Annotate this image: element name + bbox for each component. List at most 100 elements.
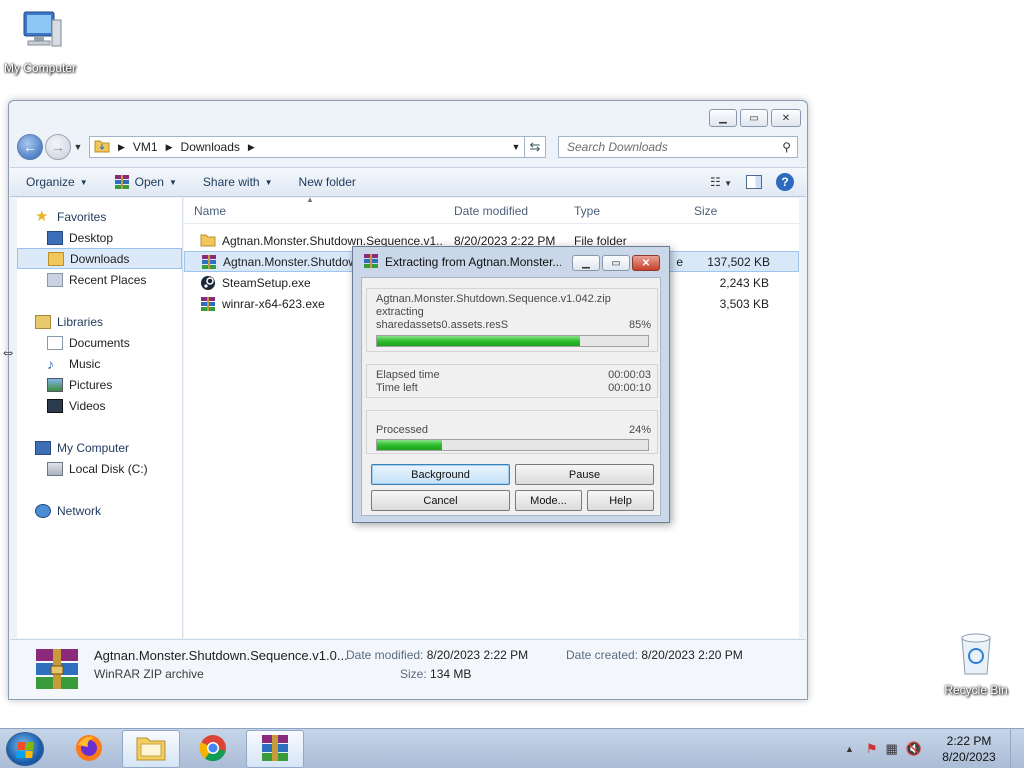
details-size: Size: 134 MB (400, 667, 471, 681)
nav-videos[interactable]: Videos (17, 395, 182, 416)
taskbar-winrar[interactable] (246, 730, 304, 768)
firefox-icon (74, 733, 104, 766)
nav-desktop[interactable]: Desktop (17, 227, 182, 248)
file-progress-pane: Agtnan.Monster.Shutdown.Sequence.v1.042.… (366, 288, 658, 352)
address-dropdown-icon[interactable]: ▼ (508, 142, 524, 152)
organize-button[interactable]: Organize ▼ (26, 175, 88, 189)
search-icon[interactable]: ⚲ (782, 140, 791, 154)
column-headers: Name ▲ Date modified Type Size (184, 195, 799, 224)
taskbar-chrome[interactable] (184, 730, 242, 768)
processed-percent: 24% (628, 424, 651, 436)
dialog-minimize-button[interactable]: ▁ (572, 255, 600, 271)
nav-my-computer-label: My Computer (57, 440, 130, 455)
window-caption-buttons: ▁ ▭ ✕ (709, 109, 801, 127)
start-button[interactable] (6, 732, 44, 766)
column-type-label: Type (574, 203, 601, 218)
open-button[interactable]: Open ▼ (114, 174, 177, 190)
clock-date: 8/20/2023 (942, 750, 996, 764)
search-placeholder: Search Downloads (567, 140, 668, 154)
maximize-button[interactable]: ▭ (740, 109, 768, 127)
refresh-button[interactable]: ⇆ (524, 136, 546, 158)
nav-network[interactable]: Network (17, 500, 182, 521)
file-name: winrar-x64-623.exe (222, 296, 325, 311)
my-computer-desktop-icon[interactable]: My Computer (0, 8, 80, 75)
dialog-close-button[interactable]: ✕ (632, 255, 660, 271)
address-bar[interactable]: ▶ VM1 ▶ Downloads ▶ ▼ (89, 136, 525, 158)
dialog-maximize-button[interactable]: ▭ (602, 255, 630, 271)
view-options-button[interactable]: ☷ ▼ (710, 175, 732, 189)
breadcrumb-arrow-icon[interactable]: ▶ (118, 142, 125, 153)
mode-button[interactable]: Mode... (515, 490, 582, 511)
my-computer-label: My Computer (3, 61, 77, 75)
open-label: Open (134, 175, 164, 189)
system-tray: ▲ ⚑ ▦ 🔇 2:22 PM 8/20/2023 (845, 729, 1024, 768)
clock-time: 2:22 PM (946, 734, 992, 748)
forward-button[interactable]: → (45, 134, 71, 160)
help-icon[interactable]: ? (776, 173, 794, 191)
chevron-down-icon: ▼ (168, 177, 177, 187)
network-status-icon[interactable]: ▦ (886, 741, 898, 757)
breadcrumb-arrow-icon[interactable]: ▶ (166, 142, 173, 153)
search-input[interactable]: Search Downloads ⚲ (558, 136, 798, 158)
date-created-label: Date created: (566, 648, 639, 662)
show-hidden-icons-icon[interactable]: ▲ (845, 744, 854, 754)
dialog-caption-buttons: ▁ ▭ ✕ (572, 255, 660, 271)
column-name[interactable]: Name ▲ (184, 195, 444, 218)
nav-documents-label: Documents (69, 335, 130, 350)
winrar-archive-icon (34, 646, 80, 695)
size-value: 134 MB (430, 667, 472, 681)
breadcrumb-downloads[interactable]: Downloads (181, 140, 240, 154)
address-row: ← → ▼ ▶ VM1 ▶ Downloads ▶ ▼ ⇆ Search Dow… (17, 133, 799, 161)
file-size: 2,243 KB (719, 275, 769, 290)
file-progress-bar (376, 335, 649, 347)
minimize-button[interactable]: ▁ (709, 109, 737, 127)
pause-button[interactable]: Pause (515, 464, 654, 485)
taskbar-firefox[interactable] (60, 730, 118, 768)
recycle-bin-desktop-icon[interactable]: Recycle Bin (936, 630, 1016, 697)
navigation-pane: ★ Favorites Desktop Downloads Recent Plac… (17, 198, 183, 638)
nav-favorites[interactable]: ★ Favorites (17, 206, 182, 227)
taskbar-explorer[interactable] (122, 730, 180, 768)
volume-muted-icon[interactable]: 🔇 (906, 741, 922, 757)
column-type[interactable]: Type (564, 204, 684, 218)
breadcrumb-arrow-icon[interactable]: ▶ (248, 142, 255, 153)
history-dropdown-icon[interactable]: ▼ (71, 142, 85, 152)
column-date-modified[interactable]: Date modified (444, 204, 564, 218)
preview-pane-icon[interactable] (746, 175, 762, 189)
nav-local-disk[interactable]: Local Disk (C:) (17, 458, 182, 479)
nav-recent-places[interactable]: Recent Places (17, 269, 182, 290)
libraries-icon (35, 314, 51, 329)
recycle-bin-icon (936, 630, 1016, 681)
close-button[interactable]: ✕ (771, 109, 801, 127)
nav-downloads[interactable]: Downloads (17, 248, 182, 269)
nav-favorites-label: Favorites (57, 209, 107, 224)
show-desktop-button[interactable] (1010, 729, 1024, 768)
recent-places-icon (47, 272, 63, 287)
nav-desktop-label: Desktop (69, 230, 114, 245)
details-file-name: Agtnan.Monster.Shutdown.Sequence.v1.0... (94, 648, 348, 663)
nav-music[interactable]: ♪ Music (17, 353, 182, 374)
details-date-modified: Date modified: 8/20/2023 2:22 PM (346, 648, 528, 662)
column-size[interactable]: Size (684, 204, 769, 218)
steam-icon (200, 275, 216, 291)
dialog-title: Extracting from Agtnan.Monster... (385, 255, 561, 269)
breadcrumb-vm1[interactable]: VM1 (133, 140, 158, 154)
cancel-button[interactable]: Cancel (371, 490, 510, 511)
nav-libraries[interactable]: Libraries (17, 311, 182, 332)
explorer-icon (135, 734, 167, 765)
nav-pictures[interactable]: Pictures (17, 374, 182, 395)
help-button[interactable]: Help (587, 490, 654, 511)
share-with-button[interactable]: Share with ▼ (203, 175, 273, 189)
nav-documents[interactable]: Documents (17, 332, 182, 353)
drive-icon (47, 461, 63, 476)
clock[interactable]: 2:22 PM 8/20/2023 (934, 733, 1004, 765)
desktop-icon (47, 230, 63, 245)
nav-my-computer[interactable]: My Computer (17, 437, 182, 458)
new-folder-button[interactable]: New folder (299, 175, 356, 189)
current-file: sharedassets0.assets.resS (376, 319, 509, 331)
command-bar: Organize ▼ Open ▼ Share with ▼ New folder ☷… (10, 167, 806, 197)
action-center-flag-icon[interactable]: ⚑ (866, 741, 878, 757)
back-button[interactable]: ← (17, 134, 43, 160)
background-button[interactable]: Background (371, 464, 510, 485)
